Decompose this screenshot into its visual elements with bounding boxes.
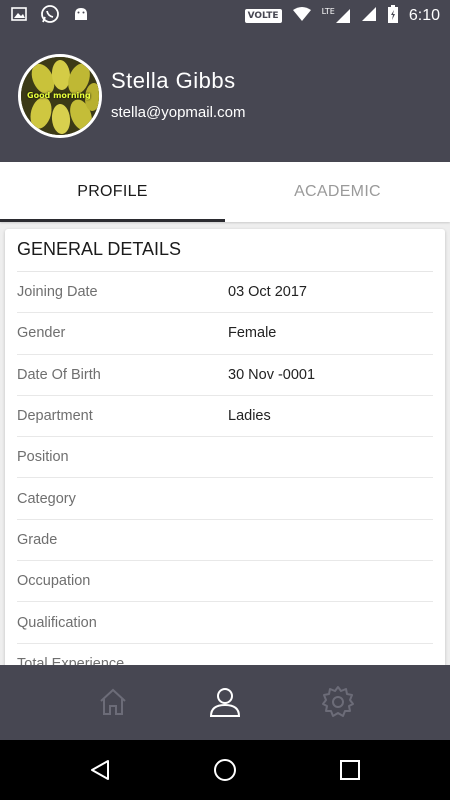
bottom-nav	[0, 665, 450, 740]
detail-label: Joining Date	[17, 284, 98, 301]
recents-icon[interactable]	[336, 756, 364, 784]
detail-label: Department	[17, 408, 93, 425]
detail-row-occupation: Occupation	[17, 561, 433, 603]
detail-row-category: Category	[17, 478, 433, 520]
home-icon[interactable]	[96, 685, 130, 719]
lte-signal-icon: LTE	[322, 8, 351, 24]
profile-header: Good morning Stella Gibbs stella@yopmail…	[0, 32, 450, 162]
user-name: Stella Gibbs	[111, 68, 236, 93]
user-email: stella@yopmail.com	[111, 104, 246, 121]
detail-value: 03 Oct 2017	[228, 284, 307, 301]
detail-row-date-of-birth: Date Of Birth 30 Nov -0001	[17, 355, 433, 396]
avatar-caption: Good morning	[27, 91, 91, 100]
detail-label: Occupation	[17, 573, 91, 590]
whatsapp-icon	[40, 4, 60, 28]
tab-profile[interactable]: PROFILE	[0, 162, 225, 222]
signal-icon	[361, 6, 377, 26]
detail-row-department: Department Ladies	[17, 396, 433, 438]
detail-value: Ladies	[228, 408, 271, 425]
card-title: GENERAL DETAILS	[17, 229, 433, 272]
detail-label: Grade	[17, 531, 58, 548]
clock: 6:10	[408, 7, 440, 24]
detail-row-position: Position	[17, 437, 433, 479]
tab-academic[interactable]: ACADEMIC	[225, 162, 450, 222]
detail-label: Qualification	[17, 614, 97, 631]
detail-label: Category	[17, 490, 76, 507]
status-left	[10, 4, 90, 28]
system-nav-bar	[0, 740, 450, 800]
wifi-icon	[292, 6, 312, 26]
detail-value: 30 Nov -0001	[228, 366, 316, 383]
detail-label: Position	[17, 449, 69, 466]
general-details-card: GENERAL DETAILS Joining Date 03 Oct 2017…	[5, 229, 445, 669]
detail-row-gender: Gender Female	[17, 313, 433, 355]
battery-icon	[387, 4, 399, 28]
detail-row-joining-date: Joining Date 03 Oct 2017	[17, 272, 433, 314]
detail-label: Date Of Birth	[17, 366, 101, 383]
tab-bar: PROFILE ACADEMIC	[0, 162, 450, 222]
detail-value: Female	[228, 325, 277, 342]
person-icon[interactable]	[208, 685, 242, 719]
detail-label: Gender	[17, 325, 66, 342]
detail-row-qualification: Qualification	[17, 602, 433, 644]
home-circle-icon[interactable]	[211, 756, 239, 784]
network-type-label: LTE	[321, 7, 335, 16]
detail-row-grade: Grade	[17, 520, 433, 562]
status-bar: VOLTE LTE 6:10	[0, 0, 450, 32]
app-root: VOLTE LTE 6:10 Good morning Stella Gibbs…	[0, 0, 450, 800]
back-icon[interactable]	[86, 756, 114, 784]
volte-badge: VOLTE	[244, 9, 282, 23]
android-icon	[72, 5, 90, 27]
image-icon	[10, 5, 28, 27]
status-right: VOLTE LTE 6:10	[244, 4, 440, 28]
settings-icon[interactable]	[321, 685, 355, 719]
avatar[interactable]: Good morning	[18, 54, 102, 138]
